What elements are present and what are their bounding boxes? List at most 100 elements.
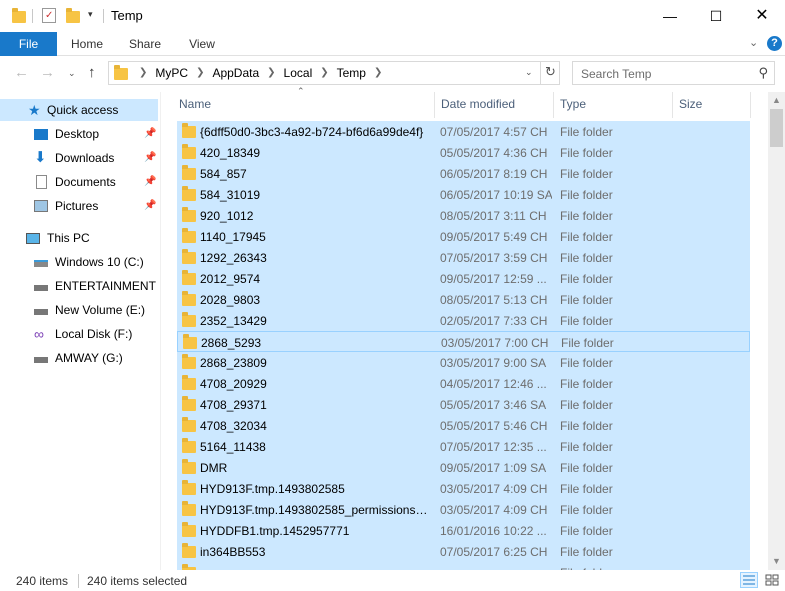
scroll-up-icon[interactable]: ▲	[768, 92, 785, 109]
details-view-icon[interactable]	[740, 572, 758, 588]
recent-locations-icon[interactable]: ⌄	[68, 68, 76, 79]
nav-drive-e[interactable]: New Volume (E:)	[0, 299, 158, 321]
pin-icon[interactable]: 📌	[144, 147, 156, 169]
expand-ribbon-icon[interactable]: ⌄	[749, 36, 758, 49]
nav-drive-c[interactable]: Windows 10 (C:)	[0, 251, 158, 273]
nav-documents[interactable]: Documents 📌	[0, 171, 158, 193]
maximize-icon[interactable]: ☐	[693, 0, 739, 32]
nav-label: ENTERTAINMENT (D:)	[55, 279, 158, 293]
file-type: File folder	[560, 251, 613, 265]
tab-file[interactable]: File	[0, 32, 57, 56]
minimize-icon[interactable]: —	[647, 0, 693, 32]
column-type[interactable]: Type	[554, 92, 673, 118]
chevron-right-icon[interactable]: ❯	[370, 66, 386, 80]
file-type: File folder	[560, 482, 613, 496]
file-row[interactable]: 1292_26343 07/05/2017 3:59 CH File folder	[177, 247, 750, 268]
file-date: 16/01/2016 10:22 ...	[440, 524, 547, 538]
file-row[interactable]: HYD913F.tmp.1493802585_permissionsC... 03…	[177, 499, 750, 520]
properties-icon[interactable]: ✓	[42, 8, 56, 23]
forward-icon[interactable]: →	[40, 64, 55, 81]
scroll-down-icon[interactable]: ▼	[768, 553, 785, 570]
file-row[interactable]: DMR 09/05/2017 1:09 SA File folder	[177, 457, 750, 478]
large-icons-view-icon[interactable]	[763, 572, 781, 588]
chevron-right-icon[interactable]: ❯	[192, 66, 208, 80]
file-row[interactable]: 584_31019 06/05/2017 10:19 SA File folder	[177, 184, 750, 205]
column-size[interactable]: Size	[673, 92, 751, 118]
up-icon[interactable]: ↑	[88, 64, 96, 81]
file-name: 2352_13429	[200, 314, 267, 328]
pin-icon[interactable]: 📌	[144, 123, 156, 145]
tab-view[interactable]: View	[178, 32, 226, 56]
file-type: File folder	[560, 230, 613, 244]
chevron-right-icon[interactable]: ❯	[316, 66, 332, 80]
column-date-modified[interactable]: Date modified	[435, 92, 554, 118]
breadcrumb-local[interactable]: Local	[280, 66, 317, 80]
tab-home[interactable]: Home	[62, 32, 112, 56]
file-date: 09/05/2017 1:09 SA	[440, 461, 547, 475]
nav-pictures[interactable]: Pictures 📌	[0, 195, 158, 217]
pictures-icon	[34, 200, 48, 212]
file-row[interactable]: in364BB553 07/05/2017 6:25 CH File folder	[177, 541, 750, 562]
file-date: 02/05/2017 7:33 CH	[440, 314, 548, 328]
chevron-right-icon[interactable]: ❯	[135, 66, 151, 80]
breadcrumb-temp[interactable]: Temp	[333, 66, 370, 80]
file-date: 07/05/2017 6:25 CH	[440, 545, 548, 559]
file-row[interactable]: 420_18349 05/05/2017 4:36 CH File folder	[177, 142, 750, 163]
pin-icon[interactable]: 📌	[144, 195, 156, 217]
file-row[interactable]: 4708_32034 05/05/2017 5:46 CH File folder	[177, 415, 750, 436]
nav-drive-f[interactable]: ∞ Local Disk (F:)	[0, 323, 158, 345]
file-row[interactable]: 584_857 06/05/2017 8:19 CH File folder	[177, 163, 750, 184]
search-box[interactable]: Search Temp ⚲	[572, 61, 775, 85]
nav-label: Quick access	[47, 103, 119, 117]
file-date: 04/05/2017 12:46 ...	[440, 377, 547, 391]
file-row[interactable]: 920_1012 08/05/2017 3:11 CH File folder	[177, 205, 750, 226]
file-row[interactable]: HYDDFB1.tmp.1452957771 16/01/2016 10:22 .…	[177, 520, 750, 541]
column-name[interactable]: Name	[173, 92, 435, 118]
tab-share[interactable]: Share	[120, 32, 170, 56]
file-row[interactable]: 4708_20929 04/05/2017 12:46 ... File folde…	[177, 373, 750, 394]
address-bar[interactable]: ❯ MyPC ❯ AppData ❯ Local ❯ Temp ❯ ⌄	[108, 61, 560, 85]
pane-divider[interactable]	[160, 92, 161, 570]
refresh-icon[interactable]: ↻	[540, 61, 560, 85]
file-row[interactable]: 2868_23809 03/05/2017 9:00 SA File folder	[177, 352, 750, 373]
chevron-right-icon[interactable]: ❯	[263, 66, 279, 80]
file-row[interactable]: 2028_9803 08/05/2017 5:13 CH File folder	[177, 289, 750, 310]
file-row[interactable]: 2868_5293 03/05/2017 7:00 CH File folder	[177, 331, 750, 352]
nav-desktop[interactable]: Desktop 📌	[0, 123, 158, 145]
file-row[interactable]: 2012_9574 09/05/2017 12:59 ... File folder	[177, 268, 750, 289]
nav-downloads[interactable]: ⬇ Downloads 📌	[0, 147, 158, 169]
file-type: File folder	[560, 377, 613, 391]
nav-drive-d[interactable]: ENTERTAINMENT (D:)	[0, 275, 158, 297]
drive-icon	[34, 357, 48, 363]
close-icon[interactable]: ✕	[739, 0, 785, 32]
scrollbar-thumb[interactable]	[770, 109, 783, 147]
customize-toolbar-icon[interactable]: ▾	[88, 9, 93, 20]
back-icon[interactable]: ←	[14, 64, 29, 81]
breadcrumb-appdata[interactable]: AppData	[208, 66, 263, 80]
folder-icon	[182, 543, 196, 558]
nav-quick-access[interactable]: ★ Quick access	[0, 99, 158, 121]
file-row[interactable]: 1140_17945 09/05/2017 5:49 CH File folder	[177, 226, 750, 247]
pin-icon[interactable]: 📌	[144, 171, 156, 193]
nav-this-pc[interactable]: This PC	[0, 227, 158, 249]
vertical-scrollbar[interactable]: ▲ ▼	[768, 92, 785, 570]
breadcrumb-mypc[interactable]: MyPC	[151, 66, 192, 80]
new-folder-icon[interactable]	[66, 8, 80, 23]
file-name: 420_18349	[200, 146, 261, 160]
search-placeholder: Search Temp	[581, 67, 652, 81]
nav-label: Pictures	[55, 199, 99, 213]
file-date: 06/05/2017 8:19 CH	[440, 167, 548, 181]
help-icon[interactable]: ?	[767, 36, 782, 51]
file-row[interactable]: HYD913F.tmp.1493802585 03/05/2017 4:09 CH…	[177, 478, 750, 499]
file-row[interactable]: 2352_13429 02/05/2017 7:33 CH File folder	[177, 310, 750, 331]
file-row[interactable]: {6dff50d0-3bc3-4a92-b724-bf6d6a99de4f} 07…	[177, 121, 750, 142]
folder-icon	[182, 207, 196, 222]
address-dropdown-icon[interactable]: ⌄	[525, 67, 533, 78]
file-row[interactable]: File folder	[177, 562, 750, 570]
file-row[interactable]: 4708_29371 05/05/2017 3:46 SA File folder	[177, 394, 750, 415]
nav-drive-g[interactable]: AMWAY (G:)	[0, 347, 158, 369]
nav-label: Downloads	[55, 151, 115, 165]
search-icon[interactable]: ⚲	[758, 65, 768, 81]
column-header: Name Date modified Type Size	[170, 92, 767, 118]
file-row[interactable]: 5164_11438 07/05/2017 12:35 ... File folde…	[177, 436, 750, 457]
